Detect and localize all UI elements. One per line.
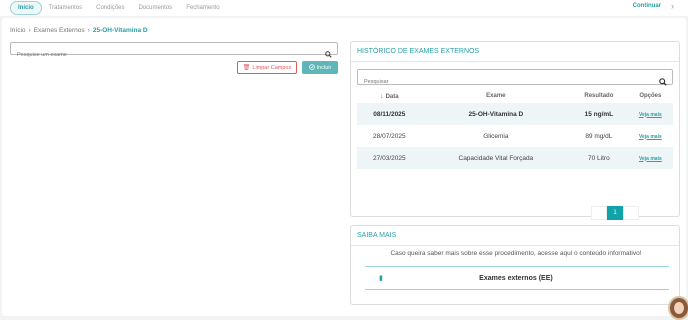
include-label: Incluir bbox=[316, 64, 332, 71]
history-card: HISTÓRICO DE EXAMES EXTERNOS ↓Data Exame… bbox=[350, 41, 680, 220]
breadcrumb-separator: › bbox=[87, 27, 90, 34]
history-table: ↓ Data Exame Resultado Opções 08/11/2025 … bbox=[357, 89, 673, 169]
tab-inicio[interactable]: Início bbox=[10, 1, 42, 15]
see-more-link[interactable]: Veja mais bbox=[639, 112, 662, 118]
cell-date: 27/03/2025 bbox=[357, 147, 422, 169]
continue-label: Continuar bbox=[632, 3, 661, 9]
column-header-exame: Exame bbox=[486, 93, 506, 99]
cell-result: 70 Litro bbox=[570, 147, 628, 169]
nav-tabs: Início Tratamentos Condições Documentos … bbox=[10, 1, 227, 15]
breadcrumb-home[interactable]: Início bbox=[10, 27, 26, 34]
cell-exam: Glicemia bbox=[483, 132, 509, 140]
chevron-right-icon: › bbox=[671, 1, 674, 11]
pagination-prev-button[interactable] bbox=[591, 206, 607, 220]
saiba-mais-text: Caso queira saber mais sobre esse proced… bbox=[390, 250, 642, 257]
pagination-next-button[interactable] bbox=[623, 206, 639, 220]
divider bbox=[365, 266, 669, 267]
informative-content-label: Exames externos (EE) bbox=[479, 274, 553, 282]
saiba-mais-card: SAIBA MAIS Caso queira saber mais sobre … bbox=[350, 225, 680, 305]
column-header-opcoes: Opções bbox=[639, 93, 662, 99]
exam-search-field bbox=[10, 42, 338, 61]
trash-icon: 🗑 bbox=[242, 65, 251, 71]
see-more-link[interactable]: Veja mais bbox=[639, 134, 662, 140]
column-header-resultado: Resultado bbox=[584, 93, 614, 99]
cell-exam: 25-OH-Vitamina D bbox=[421, 103, 571, 125]
see-more-link[interactable]: Veja mais bbox=[639, 156, 662, 162]
saiba-mais-title: SAIBA MAIS bbox=[351, 226, 679, 246]
tab-condicoes[interactable]: Condições bbox=[89, 2, 131, 14]
tab-fechamento[interactable]: Fechamento bbox=[179, 2, 226, 14]
arrow-down-icon: ↓ bbox=[380, 92, 384, 100]
clear-fields-label: Limpar Campos bbox=[252, 64, 292, 71]
table-row: 28/07/2025 Glicemia 89 mg/dL Veja mais bbox=[357, 125, 673, 147]
breadcrumb-separator: › bbox=[28, 27, 31, 34]
assistant-avatar[interactable] bbox=[668, 296, 688, 320]
cell-date: 08/11/2025 bbox=[357, 103, 422, 125]
column-header-data[interactable]: ↓ Data bbox=[357, 89, 422, 103]
breadcrumb-current: 25-OH-Vitamina D bbox=[92, 27, 148, 34]
table-row: 27/03/2025 Capacidade Vital Forçada 70 L… bbox=[357, 147, 673, 169]
check-circle-icon bbox=[308, 63, 315, 72]
cell-exam: Capacidade Vital Forçada bbox=[421, 147, 571, 169]
tab-documentos[interactable]: Documentos bbox=[132, 2, 180, 14]
clear-fields-button[interactable]: 🗑 Limpar Campos bbox=[237, 61, 297, 74]
pagination: 1 bbox=[591, 206, 639, 220]
exam-search-input[interactable] bbox=[11, 49, 311, 61]
continue-button[interactable]: Continuar › bbox=[632, 1, 674, 11]
cell-result: 89 mg/dL bbox=[585, 132, 613, 140]
breadcrumb-exames-externos[interactable]: Exames Externos bbox=[34, 27, 85, 34]
top-navigation: Início Tratamentos Condições Documentos … bbox=[0, 0, 688, 16]
tab-tratamentos[interactable]: Tratamentos bbox=[42, 2, 89, 14]
cell-date: 28/07/2025 bbox=[373, 132, 406, 140]
history-search-input[interactable] bbox=[358, 75, 648, 89]
divider bbox=[365, 289, 669, 290]
cell-result: 15 ng/mL bbox=[570, 103, 628, 125]
table-row: 08/11/2025 25-OH-Vitamina D 15 ng/mL Vej… bbox=[357, 103, 673, 125]
breadcrumb: Início › Exames Externos › 25-OH-Vitamin… bbox=[10, 27, 151, 34]
history-title: HISTÓRICO DE EXAMES EXTERNOS bbox=[351, 42, 679, 62]
pagination-page-1[interactable]: 1 bbox=[607, 206, 623, 220]
informative-content-link[interactable]: ▮ Exames externos (EE) bbox=[365, 268, 669, 288]
main-panel: Início › Exames Externos › 25-OH-Vitamin… bbox=[2, 18, 686, 316]
include-button[interactable]: Incluir bbox=[302, 61, 338, 74]
history-search-field bbox=[357, 69, 673, 89]
